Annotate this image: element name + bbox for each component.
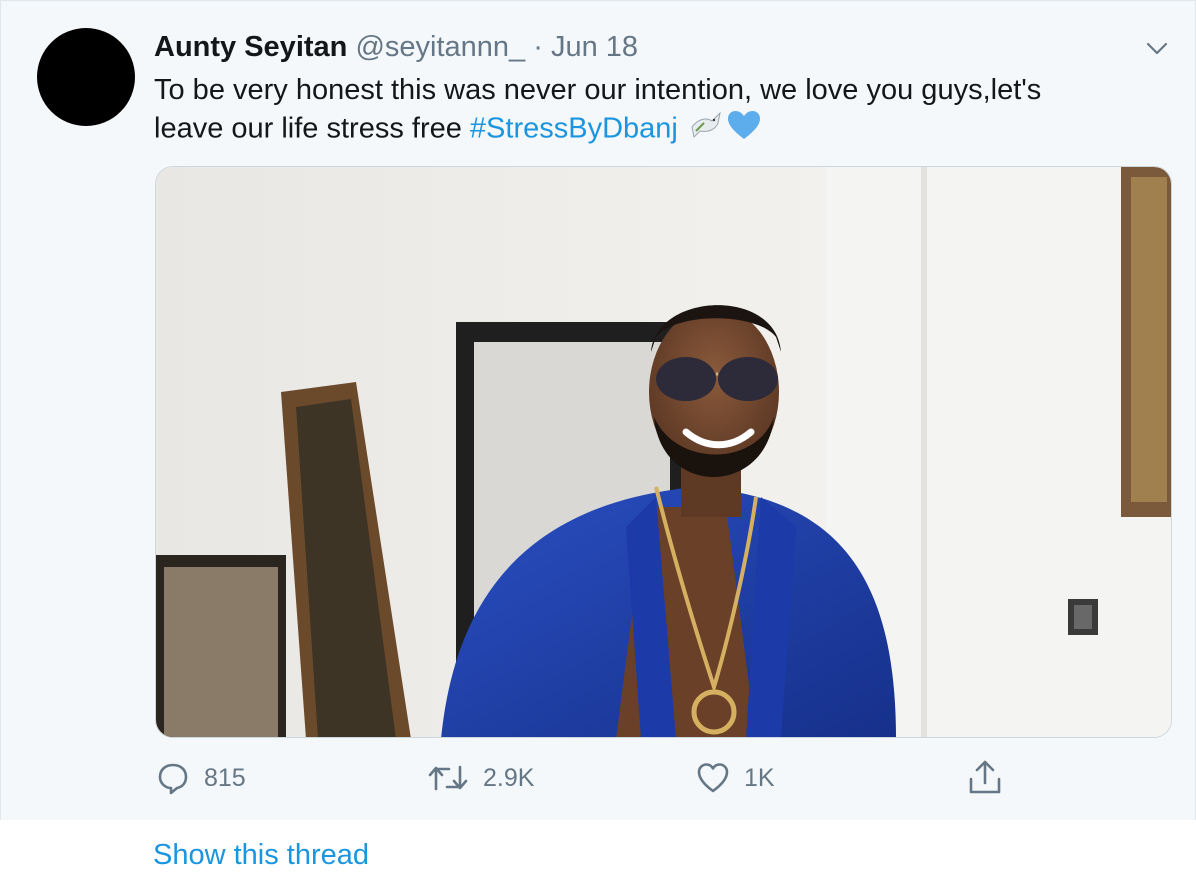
tweet-text-prefix: leave our life stress free [154,112,470,145]
chevron-down-icon[interactable] [1144,35,1170,61]
hashtag-link[interactable]: #StressByDbanj [470,113,678,145]
tweet-card[interactable]: Aunty Seyitan @seyitannn_ · Jun 18 To be… [0,0,1196,820]
author-name[interactable]: Aunty Seyitan [154,31,347,63]
avatar[interactable] [37,28,135,126]
like-count: 1K [744,763,775,792]
like-action[interactable]: 1K [696,756,775,800]
tweet-actions: 815 2.9K 1K [1,756,1196,800]
reply-icon[interactable] [156,761,190,795]
show-thread-link[interactable]: Show this thread [153,835,369,875]
share-action[interactable] [967,756,1003,800]
tweet-photo[interactable] [155,166,1172,738]
dove-emoji [686,109,726,151]
tweet-header: Aunty Seyitan @seyitannn_ · Jun 18 [154,29,638,65]
tweet-text: To be very honest this was never our int… [154,71,1154,151]
retweet-icon[interactable] [427,761,469,795]
blue-heart-emoji [726,109,762,151]
retweet-count: 2.9K [483,763,535,792]
share-icon[interactable] [967,759,1003,797]
reply-count: 815 [204,763,246,792]
reply-action[interactable]: 815 [156,756,246,800]
tweet-text-line-1: To be very honest this was never our int… [154,74,1042,106]
heart-icon[interactable] [696,761,730,795]
author-handle[interactable]: @seyitannn_ [355,31,525,63]
header-separator: · [533,31,543,63]
tweet-date[interactable]: Jun 18 [551,31,638,63]
retweet-action[interactable]: 2.9K [427,756,534,800]
tweet-text-line-2: leave our life stress free #StressByDban… [154,109,1154,151]
